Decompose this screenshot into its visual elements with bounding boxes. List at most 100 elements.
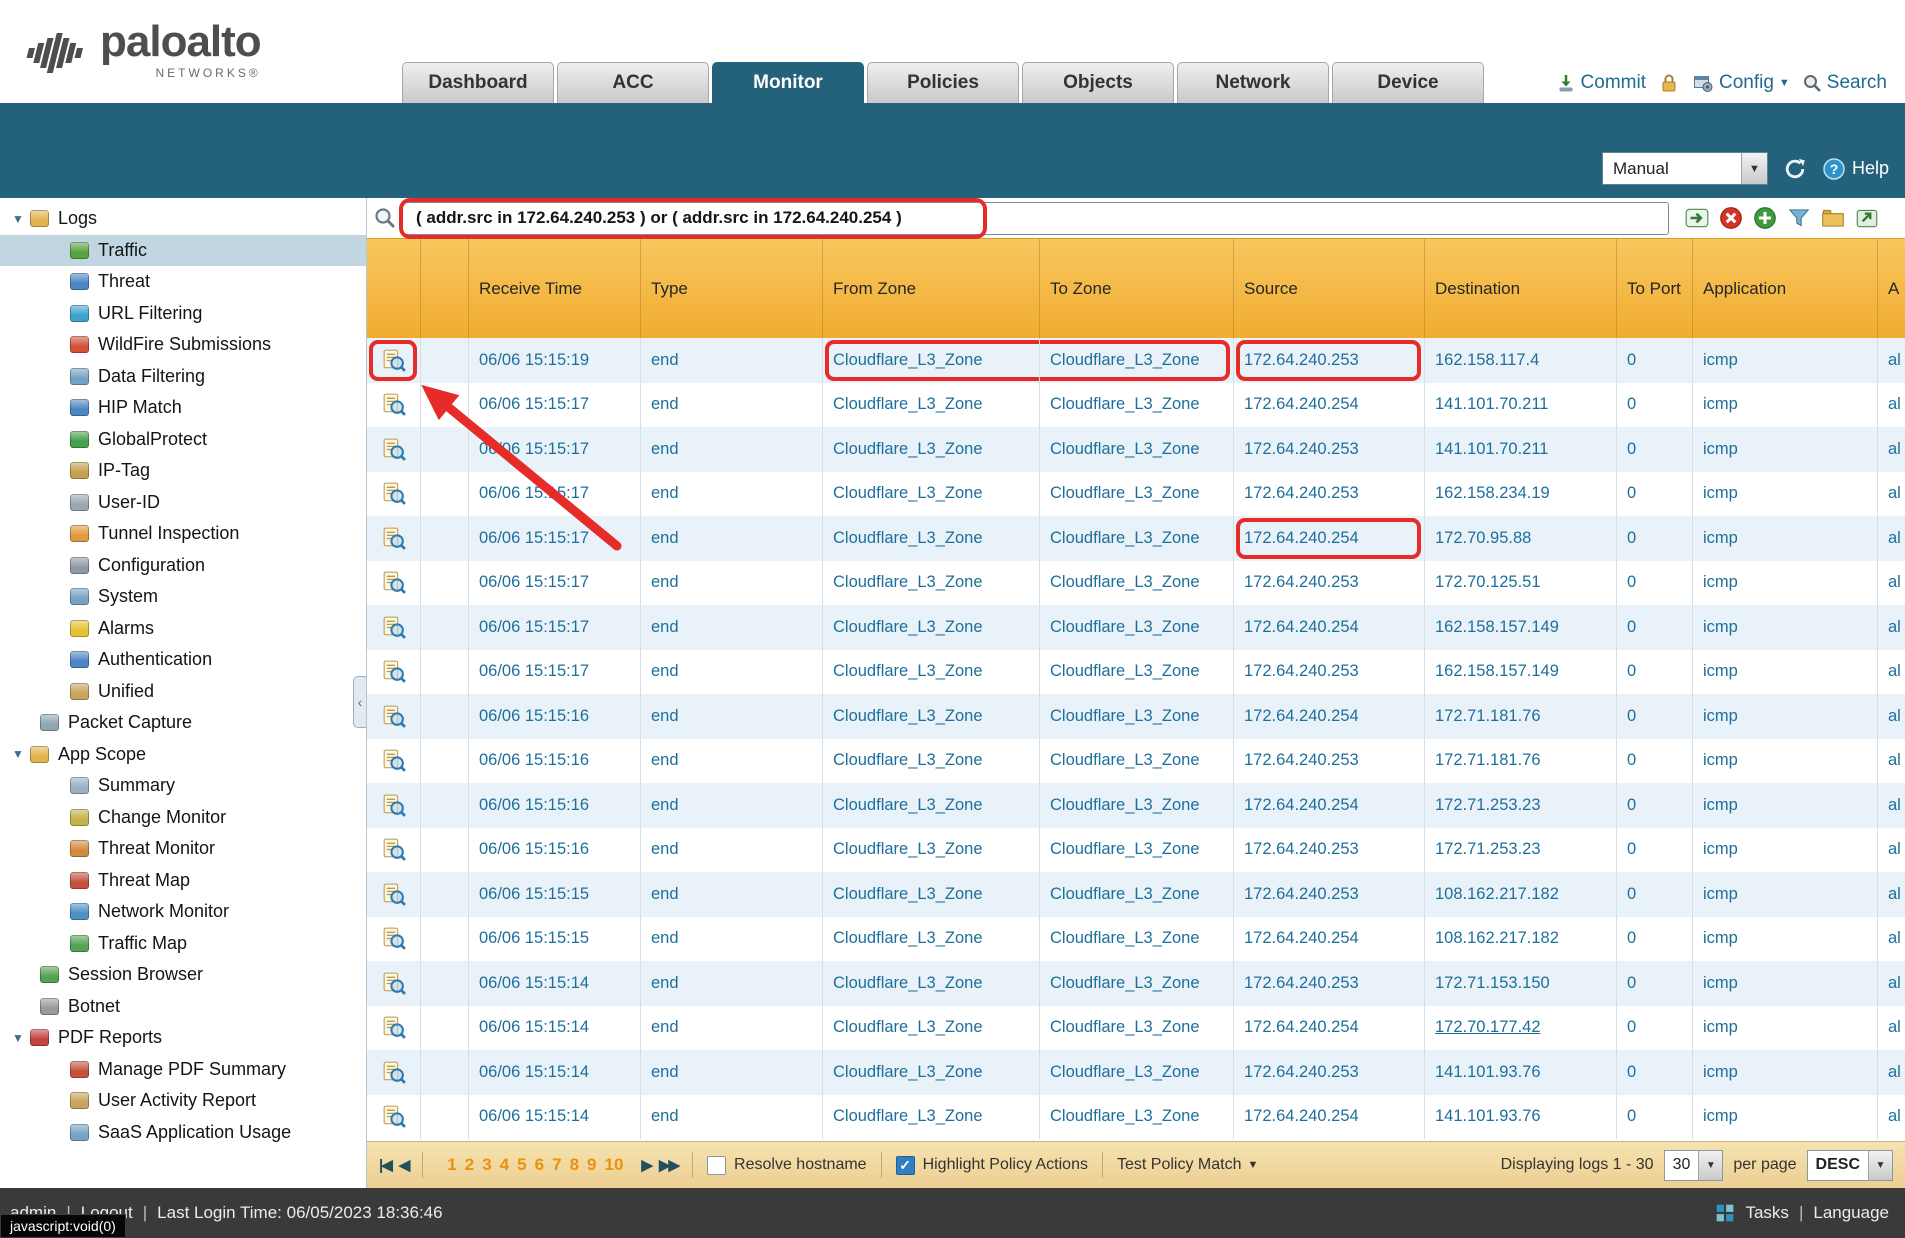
cell-detail[interactable] <box>367 961 421 1006</box>
chevron-down-icon[interactable]: ▼ <box>1741 153 1767 184</box>
cell-to_zone[interactable]: Cloudflare_L3_Zone <box>1040 561 1234 606</box>
cell-destination[interactable]: 108.162.217.182 <box>1425 917 1617 962</box>
column-header-from-zone[interactable]: From Zone <box>823 239 1040 338</box>
cell-to_zone[interactable]: Cloudflare_L3_Zone <box>1040 650 1234 695</box>
column-header-destination[interactable]: Destination <box>1425 239 1617 338</box>
cell-type[interactable]: end <box>641 917 823 962</box>
cell-source[interactable]: 172.64.240.253 <box>1234 828 1425 873</box>
cell-source[interactable]: 172.64.240.254 <box>1234 1095 1425 1140</box>
cell-from_zone[interactable]: Cloudflare_L3_Zone <box>823 605 1040 650</box>
cell-application[interactable]: icmp <box>1693 427 1878 472</box>
cell-destination[interactable]: 172.71.253.23 <box>1425 783 1617 828</box>
cell-detail[interactable] <box>367 561 421 606</box>
cell-destination[interactable]: 141.101.70.211 <box>1425 383 1617 428</box>
cell-type[interactable]: end <box>641 383 823 428</box>
cell-source[interactable]: 172.64.240.253 <box>1234 561 1425 606</box>
sidebar-item[interactable]: Traffic Map <box>0 928 366 960</box>
sidebar-item[interactable]: User Activity Report <box>0 1085 366 1117</box>
cell-action[interactable]: al <box>1878 828 1905 873</box>
cell-type[interactable]: end <box>641 961 823 1006</box>
highlight-policy-actions-checkbox[interactable]: ✓ <box>896 1156 915 1175</box>
cell-receive_time[interactable]: 06/06 15:15:16 <box>469 694 641 739</box>
sidebar-item[interactable]: Traffic <box>0 235 366 267</box>
cell-detail[interactable] <box>367 472 421 517</box>
cell-to_port[interactable]: 0 <box>1617 783 1693 828</box>
cell-application[interactable]: icmp <box>1693 650 1878 695</box>
cell-type[interactable]: end <box>641 1006 823 1051</box>
cell-action[interactable]: al <box>1878 1050 1905 1095</box>
cell-application[interactable]: icmp <box>1693 338 1878 383</box>
cell-to_port[interactable]: 0 <box>1617 739 1693 784</box>
cell-to_port[interactable]: 0 <box>1617 961 1693 1006</box>
cell-receive_time[interactable]: 06/06 15:15:16 <box>469 828 641 873</box>
cell-application[interactable]: icmp <box>1693 1006 1878 1051</box>
cell-detail[interactable] <box>367 694 421 739</box>
cell-application[interactable]: icmp <box>1693 872 1878 917</box>
cell-detail[interactable] <box>367 783 421 828</box>
last-page-button[interactable]: ▶▶ <box>659 1156 678 1174</box>
cell-to_port[interactable]: 0 <box>1617 650 1693 695</box>
test-policy-match-button[interactable]: Test Policy Match ▼ <box>1117 1156 1258 1174</box>
cell-type[interactable]: end <box>641 650 823 695</box>
expander-icon[interactable]: ▼ <box>12 212 30 226</box>
cell-application[interactable]: icmp <box>1693 472 1878 517</box>
cell-to_port[interactable]: 0 <box>1617 828 1693 873</box>
cell-receive_time[interactable]: 06/06 15:15:17 <box>469 561 641 606</box>
cell-action[interactable]: al <box>1878 872 1905 917</box>
cell-application[interactable]: icmp <box>1693 1050 1878 1095</box>
cell-from_zone[interactable]: Cloudflare_L3_Zone <box>823 872 1040 917</box>
cell-source[interactable]: 172.64.240.253 <box>1234 739 1425 784</box>
cell-from_zone[interactable]: Cloudflare_L3_Zone <box>823 472 1040 517</box>
cell-type[interactable]: end <box>641 872 823 917</box>
tasks-link[interactable]: Tasks <box>1745 1203 1788 1223</box>
cell-from_zone[interactable]: Cloudflare_L3_Zone <box>823 561 1040 606</box>
lock-icon[interactable] <box>1658 72 1680 94</box>
cell-application[interactable]: icmp <box>1693 561 1878 606</box>
cell-receive_time[interactable]: 06/06 15:15:14 <box>469 1050 641 1095</box>
page-number[interactable]: 8 <box>570 1155 579 1175</box>
cell-detail[interactable] <box>367 1050 421 1095</box>
cell-from_zone[interactable]: Cloudflare_L3_Zone <box>823 783 1040 828</box>
sidebar-item[interactable]: Packet Capture <box>0 707 366 739</box>
cell-from_zone[interactable]: Cloudflare_L3_Zone <box>823 694 1040 739</box>
export-logs-icon[interactable] <box>1853 205 1880 232</box>
cell-destination[interactable]: 172.70.177.42 <box>1425 1006 1617 1051</box>
cell-application[interactable]: icmp <box>1693 783 1878 828</box>
cell-destination[interactable]: 141.101.93.76 <box>1425 1050 1617 1095</box>
cell-application[interactable]: icmp <box>1693 917 1878 962</box>
cell-receive_time[interactable]: 06/06 15:15:17 <box>469 605 641 650</box>
sidebar-item[interactable]: System <box>0 581 366 613</box>
per-page-select[interactable]: 30 ▼ <box>1664 1150 1724 1181</box>
cell-from_zone[interactable]: Cloudflare_L3_Zone <box>823 650 1040 695</box>
cell-detail[interactable] <box>367 383 421 428</box>
sidebar-item[interactable]: Threat Monitor <box>0 833 366 865</box>
sidebar-item[interactable]: Change Monitor <box>0 802 366 834</box>
clear-filter-icon[interactable] <box>1717 205 1744 232</box>
expander-icon[interactable]: ▼ <box>12 1031 30 1045</box>
sidebar-item[interactable]: GlobalProtect <box>0 424 366 456</box>
cell-receive_time[interactable]: 06/06 15:15:15 <box>469 872 641 917</box>
cell-receive_time[interactable]: 06/06 15:15:14 <box>469 1006 641 1051</box>
sidebar-item[interactable]: Network Monitor <box>0 896 366 928</box>
cell-receive_time[interactable]: 06/06 15:15:17 <box>469 472 641 517</box>
next-page-button[interactable]: ▶ <box>641 1156 651 1174</box>
cell-detail[interactable] <box>367 828 421 873</box>
refresh-button[interactable] <box>1780 154 1810 184</box>
cell-source[interactable]: 172.64.240.254 <box>1234 917 1425 962</box>
column-header-action[interactable]: A <box>1878 239 1905 338</box>
cell-action[interactable]: al <box>1878 694 1905 739</box>
sidebar-item[interactable]: User-ID <box>0 487 366 519</box>
page-number[interactable]: 1 <box>447 1155 456 1175</box>
column-header-receive-time[interactable]: Receive Time <box>469 239 641 338</box>
cell-type[interactable]: end <box>641 427 823 472</box>
cell-receive_time[interactable]: 06/06 15:15:19 <box>469 338 641 383</box>
cell-detail[interactable] <box>367 739 421 784</box>
cell-detail[interactable] <box>367 1006 421 1051</box>
sidebar-item[interactable]: Manage PDF Summary <box>0 1054 366 1086</box>
sidebar-item[interactable]: ▼ App Scope <box>0 739 366 771</box>
sidebar-item[interactable]: Alarms <box>0 613 366 645</box>
cell-source[interactable]: 172.64.240.254 <box>1234 605 1425 650</box>
cell-type[interactable]: end <box>641 739 823 784</box>
sidebar-item[interactable]: Tunnel Inspection <box>0 518 366 550</box>
cell-destination[interactable]: 162.158.157.149 <box>1425 605 1617 650</box>
